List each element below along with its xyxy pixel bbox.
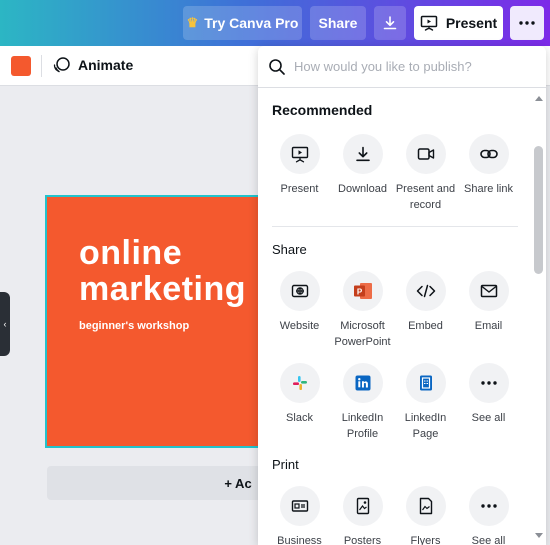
- option-email[interactable]: Email: [457, 271, 520, 334]
- email-icon: [468, 271, 509, 311]
- option-embed[interactable]: Embed: [394, 271, 457, 334]
- share-button[interactable]: Share: [310, 6, 366, 40]
- option-label: Present: [280, 183, 319, 195]
- svg-text:P: P: [356, 287, 362, 296]
- option-present[interactable]: Present: [268, 134, 331, 197]
- download-icon: [342, 134, 383, 174]
- animate-button[interactable]: Animate: [52, 56, 133, 74]
- option-label: Flyers: [410, 535, 441, 545]
- option-label: LinkedIn Profile: [341, 412, 384, 440]
- present-icon: [420, 15, 438, 31]
- website-icon: [279, 271, 320, 311]
- option-label: Download: [338, 183, 387, 195]
- slack-icon: [279, 363, 320, 403]
- option-label: Slack: [286, 412, 313, 424]
- share-heading: Share: [272, 242, 307, 257]
- recommended-heading: Recommended: [272, 102, 373, 118]
- publish-panel: Recommended Present Download Present and…: [258, 46, 546, 545]
- download-icon: [383, 16, 397, 30]
- collapse-panel-tab[interactable]: ‹: [0, 292, 10, 356]
- option-label: Website: [279, 320, 320, 332]
- design-title-line1: online: [79, 234, 183, 272]
- share-label: Share: [318, 15, 358, 31]
- print-heading: Print: [272, 457, 299, 472]
- crown-icon: ♛: [186, 15, 199, 30]
- toolbar-divider: [41, 55, 42, 77]
- try-canva-pro-label: Try Canva Pro: [204, 15, 299, 31]
- color-swatch[interactable]: [11, 56, 31, 76]
- option-linkedin-page[interactable]: LinkedIn Page: [394, 363, 457, 442]
- option-website[interactable]: Website: [268, 271, 331, 334]
- embed-icon: [405, 271, 446, 311]
- powerpoint-icon: P: [342, 271, 383, 311]
- try-canva-pro-button[interactable]: ♛ Try Canva Pro: [183, 6, 302, 40]
- video-record-icon: [405, 134, 446, 174]
- option-slack[interactable]: Slack: [268, 363, 331, 426]
- option-see-all-share[interactable]: See all: [457, 363, 520, 426]
- link-icon: [468, 134, 509, 174]
- option-share-link[interactable]: Share link: [457, 134, 520, 197]
- present-icon: [279, 134, 320, 174]
- scroll-up-arrow[interactable]: [535, 96, 543, 101]
- option-see-all-print[interactable]: See all: [457, 486, 520, 545]
- publish-search-input[interactable]: [294, 59, 534, 74]
- more-icon: [468, 363, 509, 403]
- animate-label: Animate: [78, 57, 134, 73]
- more-options-button[interactable]: [510, 6, 544, 40]
- scroll-thumb[interactable]: [534, 146, 543, 274]
- option-label: See all: [471, 412, 506, 424]
- poster-icon: [342, 486, 383, 526]
- option-label: Microsoft PowerPoint: [334, 320, 391, 348]
- top-bar: ♛ Try Canva Pro Share Present: [0, 0, 550, 46]
- option-label: Posters: [343, 535, 382, 545]
- chevron-left-icon: ‹: [3, 319, 7, 329]
- publish-search: [258, 46, 546, 88]
- option-business[interactable]: Business: [268, 486, 331, 545]
- option-label: Embed: [408, 320, 443, 332]
- option-download[interactable]: Download: [331, 134, 394, 197]
- linkedin-icon: [342, 363, 383, 403]
- design-subtitle[interactable]: beginner's workshop: [79, 320, 189, 332]
- linkedin-page-icon: [405, 363, 446, 403]
- design-title-line2: marketing: [79, 270, 246, 308]
- design-title[interactable]: online marketing: [79, 235, 246, 307]
- more-icon: [519, 21, 535, 25]
- option-powerpoint[interactable]: P Microsoft PowerPoint: [331, 271, 394, 350]
- flyer-icon: [405, 486, 446, 526]
- business-card-icon: [279, 486, 320, 526]
- option-posters[interactable]: Posters: [331, 486, 394, 545]
- option-label: Business: [277, 535, 322, 545]
- option-flyers[interactable]: Flyers: [394, 486, 457, 545]
- option-label: Email: [474, 320, 503, 332]
- option-label: Present and record: [395, 183, 456, 211]
- option-linkedin-profile[interactable]: LinkedIn Profile: [331, 363, 394, 442]
- panel-scrollbar[interactable]: [534, 96, 543, 538]
- present-label: Present: [445, 15, 498, 31]
- search-icon: [269, 58, 285, 75]
- scroll-down-arrow[interactable]: [535, 533, 543, 538]
- option-present-and-record[interactable]: Present and record: [394, 134, 457, 213]
- option-label: See all: [471, 535, 506, 545]
- section-divider: [272, 226, 518, 227]
- option-label: LinkedIn Page: [404, 412, 447, 440]
- option-label: Share link: [464, 183, 513, 195]
- animate-icon: [53, 57, 70, 73]
- present-button[interactable]: Present: [414, 6, 503, 40]
- download-button[interactable]: [374, 6, 406, 40]
- more-icon: [468, 486, 509, 526]
